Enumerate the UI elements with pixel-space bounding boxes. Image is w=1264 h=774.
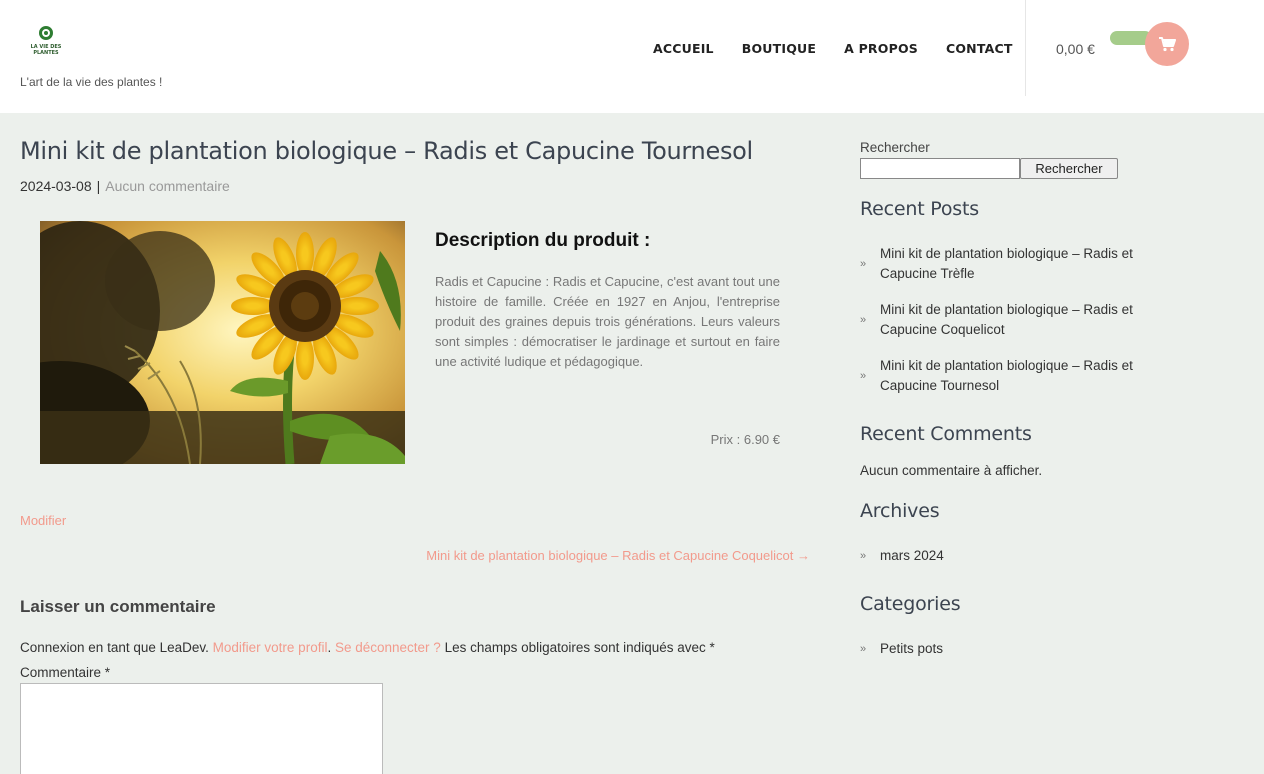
- shopping-cart-icon: [1159, 37, 1176, 52]
- nav-item-accueil[interactable]: ACCUEIL: [653, 41, 714, 56]
- double-chevron-right-icon: »: [860, 258, 867, 270]
- search-button[interactable]: Rechercher: [1020, 158, 1118, 179]
- description-text: Radis et Capucine : Radis et Capucine, c…: [435, 274, 780, 369]
- sunflower-image: [40, 221, 405, 464]
- double-chevron-right-icon: »: [860, 643, 867, 655]
- logged-in-dot: .: [327, 640, 332, 655]
- recent-comments-title: Recent Comments: [860, 423, 1032, 445]
- double-chevron-right-icon: »: [860, 314, 867, 326]
- category-link[interactable]: Petits pots: [880, 641, 943, 656]
- cart-total[interactable]: 0,00 €: [1056, 41, 1095, 57]
- site-header: LA VIE DES PLANTES L'art de la vie des p…: [0, 0, 1264, 113]
- description-heading: Description du produit :: [435, 230, 651, 251]
- recent-posts-title: Recent Posts: [860, 198, 979, 220]
- product-price: Prix : 6.90 €: [710, 432, 780, 447]
- edit-profile-link[interactable]: Modifier votre profil: [213, 640, 328, 655]
- logo-text: LA VIE DES PLANTES: [30, 44, 62, 56]
- archives-title: Archives: [860, 500, 940, 522]
- edit-post-link[interactable]: Modifier: [20, 513, 66, 528]
- recent-post-link[interactable]: Mini kit de plantation biologique – Radi…: [880, 246, 1133, 281]
- search-label: Rechercher: [860, 140, 930, 155]
- nav-item-a-propos[interactable]: A PROPOS: [844, 41, 918, 56]
- search-input[interactable]: [860, 158, 1020, 179]
- cart-button[interactable]: [1145, 22, 1189, 66]
- nav-item-boutique[interactable]: BOUTIQUE: [742, 41, 816, 56]
- logged-in-prefix: Connexion en tant que LeaDev.: [20, 640, 209, 655]
- comments-link[interactable]: Aucun commentaire: [105, 178, 230, 194]
- comment-label: Commentaire *: [20, 665, 111, 680]
- post-title: Mini kit de plantation biologique – Radi…: [20, 137, 753, 165]
- list-item: » mars 2024: [860, 546, 1160, 566]
- no-comments-text: Aucun commentaire à afficher.: [860, 463, 1043, 478]
- double-chevron-right-icon: »: [860, 550, 867, 562]
- post-date: 2024-03-08: [20, 178, 92, 194]
- site-logo[interactable]: LA VIE DES PLANTES: [28, 26, 64, 64]
- categories-list: » Petits pots: [860, 639, 1160, 659]
- logged-in-as: Connexion en tant que LeaDev. Modifier v…: [20, 640, 715, 655]
- site-tagline: L'art de la vie des plantes !: [20, 75, 163, 89]
- list-item: » Mini kit de plantation biologique – Rad…: [860, 300, 1160, 340]
- recent-post-link[interactable]: Mini kit de plantation biologique – Radi…: [880, 302, 1133, 337]
- archive-link[interactable]: mars 2024: [880, 548, 944, 563]
- logout-link[interactable]: Se déconnecter ?: [335, 640, 441, 655]
- header-divider: [1025, 0, 1026, 96]
- main-nav: ACCUEIL BOUTIQUE A PROPOS CONTACT: [653, 41, 1013, 56]
- recent-post-link[interactable]: Mini kit de plantation biologique – Radi…: [880, 358, 1133, 393]
- list-item: » Mini kit de plantation biologique – Rad…: [860, 356, 1160, 396]
- double-chevron-right-icon: »: [860, 370, 867, 382]
- archives-list: » mars 2024: [860, 546, 1160, 566]
- categories-title: Categories: [860, 593, 961, 615]
- reply-title: Laisser un commentaire: [20, 597, 216, 616]
- next-post-link[interactable]: Mini kit de plantation biologique – Radi…: [388, 548, 810, 563]
- nav-item-contact[interactable]: CONTACT: [946, 41, 1013, 56]
- list-item: » Mini kit de plantation biologique – Rad…: [860, 244, 1160, 284]
- meta-separator: |: [96, 178, 101, 194]
- recent-posts-list: » Mini kit de plantation biologique – Rad…: [860, 244, 1160, 412]
- comment-textarea[interactable]: [20, 683, 383, 774]
- list-item: » Petits pots: [860, 639, 1160, 659]
- logo-leaf-icon: [39, 26, 53, 40]
- required-fields-note: Les champs obligatoires sont indiqués av…: [444, 640, 715, 655]
- post-meta: 2024-03-08 | Aucun commentaire: [20, 178, 230, 194]
